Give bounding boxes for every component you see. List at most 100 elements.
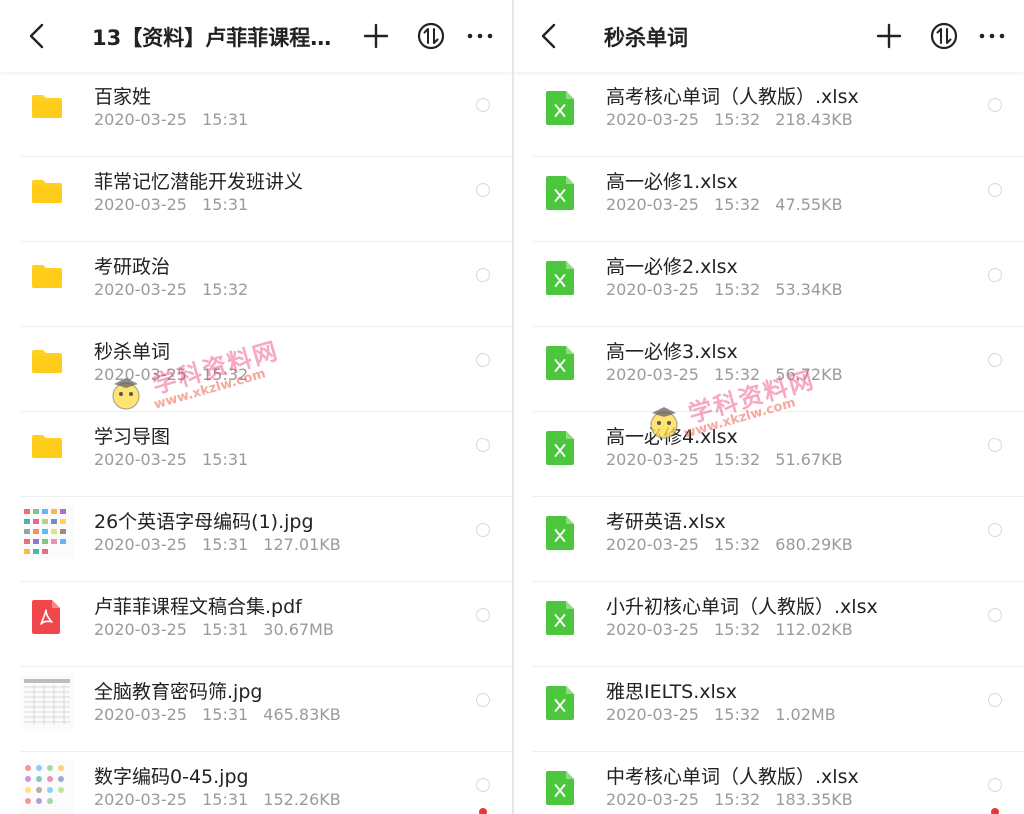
folder-icon bbox=[32, 265, 62, 288]
folder-icon bbox=[32, 435, 62, 458]
select-radio[interactable] bbox=[476, 353, 490, 367]
xlsx-file-icon bbox=[546, 601, 574, 635]
xlsx-file-icon bbox=[546, 431, 574, 465]
file-name: 雅思IELTS.xlsx bbox=[606, 681, 737, 703]
list-item[interactable]: 数字编码0-45.jpg 2020-03-25 15:31 152.26KB bbox=[0, 752, 512, 814]
file-name: 高一必修3.xlsx bbox=[606, 341, 738, 363]
file-name: 小升初核心单词（人教版）.xlsx bbox=[606, 596, 878, 618]
file-name: 高一必修1.xlsx bbox=[606, 171, 738, 193]
sort-arrows-icon[interactable] bbox=[928, 20, 960, 52]
file-meta: 2020-03-25 15:31 bbox=[94, 450, 249, 469]
file-name: 学习导图 bbox=[94, 426, 171, 448]
file-meta: 2020-03-25 15:32 51.67KB bbox=[606, 450, 843, 469]
right-header: 秒杀单词 bbox=[514, 0, 1024, 72]
file-name: 中考核心单词（人教版）.xlsx bbox=[606, 766, 859, 788]
select-radio[interactable] bbox=[476, 268, 490, 282]
list-item[interactable]: 考研政治 2020-03-25 15:32 bbox=[0, 242, 512, 327]
list-item[interactable]: 高一必修1.xlsx 2020-03-25 15:32 47.55KB bbox=[514, 157, 1024, 242]
select-radio[interactable] bbox=[476, 183, 490, 197]
list-item[interactable]: 全脑教育密码筛.jpg 2020-03-25 15:31 465.83KB bbox=[0, 667, 512, 752]
select-radio[interactable] bbox=[988, 268, 1002, 282]
file-meta: 2020-03-25 15:31 127.01KB bbox=[94, 535, 341, 554]
select-radio[interactable] bbox=[988, 353, 1002, 367]
file-name: 高一必修4.xlsx bbox=[606, 426, 738, 448]
file-name: 菲常记忆潜能开发班讲义 bbox=[94, 171, 304, 193]
file-meta: 2020-03-25 15:32 183.35KB bbox=[606, 790, 853, 809]
back-chevron-icon[interactable] bbox=[22, 20, 54, 52]
file-meta: 2020-03-25 15:31 465.83KB bbox=[94, 705, 341, 724]
select-radio[interactable] bbox=[988, 778, 1002, 792]
list-item[interactable]: 秒杀单词 2020-03-25 15:32 bbox=[0, 327, 512, 412]
list-item[interactable]: 百家姓 2020-03-25 15:31 bbox=[0, 72, 512, 157]
file-name: 考研英语.xlsx bbox=[606, 511, 726, 533]
list-item[interactable]: 小升初核心单词（人教版）.xlsx 2020-03-25 15:32 112.0… bbox=[514, 582, 1024, 667]
file-meta: 2020-03-25 15:32 bbox=[94, 280, 249, 299]
select-radio[interactable] bbox=[476, 778, 490, 792]
xlsx-file-icon bbox=[546, 516, 574, 550]
select-radio[interactable] bbox=[476, 438, 490, 452]
more-dots-icon[interactable] bbox=[976, 20, 1008, 52]
list-item[interactable]: 学习导图 2020-03-25 15:31 bbox=[0, 412, 512, 497]
left-header: 13【资料】卢菲菲课程资料 bbox=[0, 0, 512, 72]
file-name: 高考核心单词（人教版）.xlsx bbox=[606, 86, 859, 108]
list-item[interactable]: 雅思IELTS.xlsx 2020-03-25 15:32 1.02MB bbox=[514, 667, 1024, 752]
image-thumbnail-icon bbox=[20, 675, 74, 729]
file-meta: 2020-03-25 15:32 218.43KB bbox=[606, 110, 853, 129]
file-meta: 2020-03-25 15:32 112.02KB bbox=[606, 620, 853, 639]
image-thumbnail-icon bbox=[20, 760, 74, 814]
file-meta: 2020-03-25 15:32 47.55KB bbox=[606, 195, 843, 214]
folder-icon bbox=[32, 180, 62, 203]
file-name: 秒杀单词 bbox=[94, 341, 171, 363]
select-radio[interactable] bbox=[988, 608, 1002, 622]
select-radio[interactable] bbox=[476, 98, 490, 112]
file-name: 26个英语字母编码(1).jpg bbox=[94, 511, 314, 533]
list-item[interactable]: 卢菲菲课程文稿合集.pdf 2020-03-25 15:31 30.67MB bbox=[0, 582, 512, 667]
list-item[interactable]: 考研英语.xlsx 2020-03-25 15:32 680.29KB bbox=[514, 497, 1024, 582]
list-item[interactable]: 高一必修2.xlsx 2020-03-25 15:32 53.34KB bbox=[514, 242, 1024, 327]
select-radio[interactable] bbox=[988, 183, 1002, 197]
notification-dot bbox=[991, 808, 999, 814]
more-dots-icon[interactable] bbox=[464, 20, 496, 52]
left-pane: 13【资料】卢菲菲课程资料 百家姓 2020-03-25 15:31 菲常记忆潜… bbox=[0, 0, 512, 814]
folder-icon-box bbox=[20, 80, 74, 134]
xlsx-file-icon bbox=[546, 771, 574, 805]
file-meta: 2020-03-25 15:31 bbox=[94, 110, 249, 129]
image-thumbnail-icon bbox=[20, 505, 74, 559]
file-meta: 2020-03-25 15:32 1.02MB bbox=[606, 705, 836, 724]
file-list: 高考核心单词（人教版）.xlsx 2020-03-25 15:32 218.43… bbox=[514, 72, 1024, 814]
file-name: 考研政治 bbox=[94, 256, 171, 278]
pdf-file-icon bbox=[32, 600, 60, 634]
file-name: 卢菲菲课程文稿合集.pdf bbox=[94, 596, 302, 618]
select-radio[interactable] bbox=[988, 693, 1002, 707]
file-meta: 2020-03-25 15:32 53.34KB bbox=[606, 280, 843, 299]
list-item[interactable]: 高考核心单词（人教版）.xlsx 2020-03-25 15:32 218.43… bbox=[514, 72, 1024, 157]
sort-arrows-icon[interactable] bbox=[415, 20, 447, 52]
file-meta: 2020-03-25 15:32 bbox=[94, 365, 249, 384]
select-radio[interactable] bbox=[988, 98, 1002, 112]
list-item[interactable]: 高一必修4.xlsx 2020-03-25 15:32 51.67KB bbox=[514, 412, 1024, 497]
back-chevron-icon[interactable] bbox=[534, 20, 566, 52]
list-item[interactable]: 26个英语字母编码(1).jpg 2020-03-25 15:31 127.01… bbox=[0, 497, 512, 582]
file-name: 高一必修2.xlsx bbox=[606, 256, 738, 278]
select-radio[interactable] bbox=[988, 523, 1002, 537]
right-pane: 秒杀单词 高考核心单词（人教版）.xlsx 2020-03-25 15:32 2… bbox=[514, 0, 1024, 814]
list-item[interactable]: 中考核心单词（人教版）.xlsx 2020-03-25 15:32 183.35… bbox=[514, 752, 1024, 814]
list-item[interactable]: 菲常记忆潜能开发班讲义 2020-03-25 15:31 bbox=[0, 157, 512, 242]
xlsx-file-icon bbox=[546, 176, 574, 210]
plus-icon[interactable] bbox=[360, 20, 392, 52]
plus-icon[interactable] bbox=[873, 20, 905, 52]
file-meta: 2020-03-25 15:31 152.26KB bbox=[94, 790, 341, 809]
folder-icon bbox=[32, 350, 62, 373]
select-radio[interactable] bbox=[988, 438, 1002, 452]
select-radio[interactable] bbox=[476, 693, 490, 707]
folder-icon bbox=[32, 95, 62, 118]
xlsx-file-icon bbox=[546, 686, 574, 720]
list-item[interactable]: 高一必修3.xlsx 2020-03-25 15:32 56.72KB bbox=[514, 327, 1024, 412]
file-name: 数字编码0-45.jpg bbox=[94, 766, 249, 788]
page-title: 秒杀单词 bbox=[604, 26, 688, 50]
select-radio[interactable] bbox=[476, 608, 490, 622]
select-radio[interactable] bbox=[476, 523, 490, 537]
file-name: 全脑教育密码筛.jpg bbox=[94, 681, 263, 703]
xlsx-file-icon bbox=[546, 261, 574, 295]
file-meta: 2020-03-25 15:31 bbox=[94, 195, 249, 214]
